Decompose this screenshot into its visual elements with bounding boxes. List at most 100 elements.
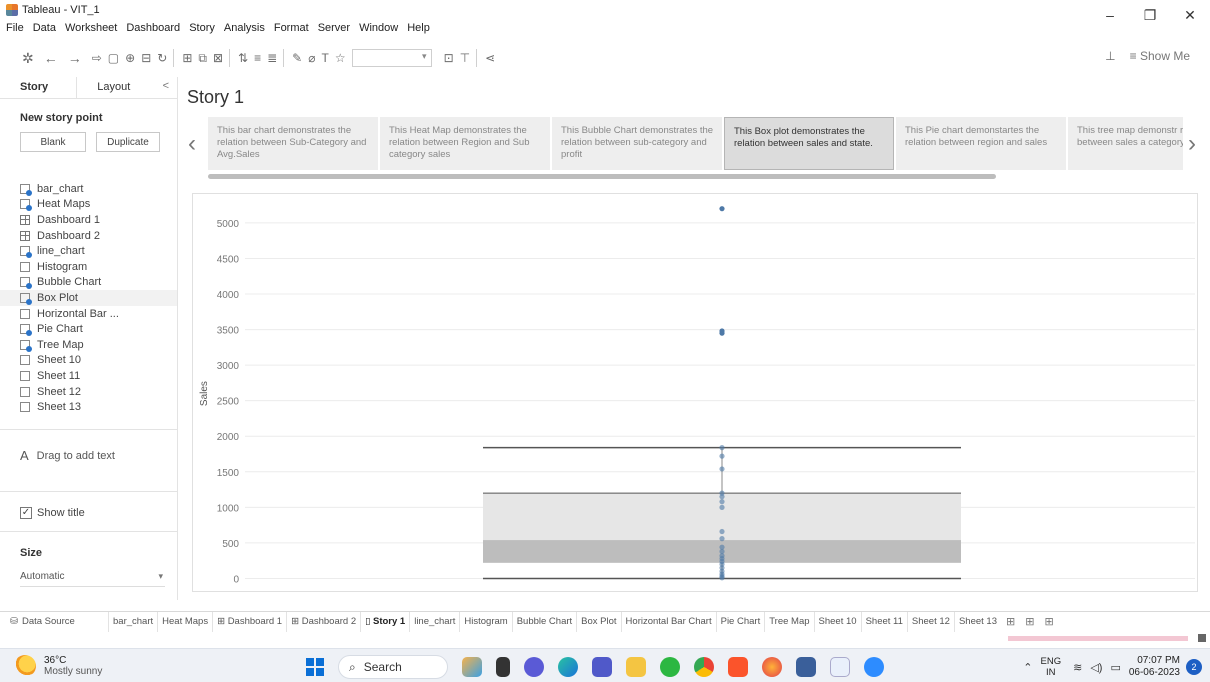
sheet-tab[interactable]: Sheet 13 — [953, 611, 1001, 632]
new-datasource-icon[interactable]: ⊕ — [125, 51, 135, 65]
wifi-icon[interactable]: ≋ — [1073, 661, 1082, 674]
sort-desc-icon[interactable]: ≣ — [267, 51, 277, 65]
swap-icon[interactable]: ⇅ — [238, 51, 248, 65]
clear-sheet-icon[interactable]: ⊠ — [213, 51, 223, 65]
pin-icon[interactable]: ⊥ — [1105, 49, 1115, 63]
sheet-tab[interactable]: Bubble Chart — [511, 611, 576, 632]
extract-icon[interactable]: ⊟ — [141, 51, 151, 65]
sheet-tab[interactable]: bar_chart — [108, 611, 157, 632]
story-title[interactable]: Story 1 — [187, 87, 244, 108]
menu-story[interactable]: Story — [189, 22, 215, 34]
sheet-list-item[interactable]: Sheet 11 — [0, 368, 177, 384]
menu-file[interactable]: File — [6, 22, 24, 34]
taskbar-search[interactable]: ⌕ Search — [338, 655, 448, 679]
story-point-caption[interactable]: This tree map demonstr relation between … — [1068, 117, 1183, 170]
chrome-icon[interactable] — [694, 657, 714, 677]
sheet-list-item[interactable]: Sheet 12 — [0, 384, 177, 400]
tab-story[interactable]: Story — [0, 77, 78, 98]
sort-asc-icon[interactable]: ≡ — [254, 51, 261, 65]
labels-icon[interactable]: T — [321, 51, 328, 65]
story-navigator-scrollbar[interactable] — [208, 174, 996, 179]
undo-icon[interactable]: ← — [44, 50, 58, 66]
tabs-scrollbar[interactable] — [1008, 634, 1208, 642]
refresh-icon[interactable]: ↻ — [157, 51, 167, 65]
file-explorer-icon[interactable] — [626, 657, 646, 677]
menu-help[interactable]: Help — [407, 22, 430, 34]
tableau-logo-icon[interactable]: ✲ — [22, 50, 34, 67]
size-select[interactable]: Automatic — [20, 571, 165, 587]
brave-icon[interactable] — [728, 657, 748, 677]
sheet-tab[interactable]: Histogram — [459, 611, 511, 632]
sheet-tab[interactable]: Heat Maps — [157, 611, 212, 632]
sheet-list-item[interactable]: Bubble Chart — [0, 275, 177, 291]
tableau-taskbar-icon[interactable] — [830, 657, 850, 677]
collapse-pane-button[interactable]: < — [155, 77, 177, 98]
sheet-tab[interactable]: ⊞ Dashboard 2 — [286, 611, 360, 632]
chevron-up-icon[interactable]: ⌃ — [1023, 661, 1032, 674]
group-icon[interactable]: ⌀ — [308, 51, 315, 65]
share-icon[interactable]: ⋖ — [485, 51, 495, 65]
story-point-caption[interactable]: This Pie chart demonstartes the relation… — [896, 117, 1066, 170]
fit-dropdown[interactable] — [351, 49, 432, 67]
new-worksheet-icon[interactable]: ⊞ — [182, 51, 192, 65]
language-indicator[interactable]: ENG IN — [1041, 656, 1062, 678]
sheet-list-item[interactable]: Heat Maps — [0, 197, 177, 213]
sheet-list-item[interactable]: line_chart — [0, 243, 177, 259]
sheet-list-item[interactable]: Sheet 13 — [0, 399, 177, 415]
sheet-list-item[interactable]: Histogram — [0, 259, 177, 275]
sheet-tab[interactable]: Sheet 10 — [813, 611, 861, 632]
whatsapp-icon[interactable] — [660, 657, 680, 677]
file-app-icon[interactable] — [496, 657, 510, 677]
notification-badge[interactable]: 2 — [1186, 659, 1202, 675]
story-point-caption[interactable]: This Box plot demonstrates the relation … — [724, 117, 894, 170]
new-story-icon[interactable]: ⊞ — [1039, 615, 1058, 628]
widgets-app-icon[interactable] — [462, 657, 482, 677]
sheet-tab[interactable]: Tree Map — [764, 611, 813, 632]
sheet-tab[interactable]: line_chart — [409, 611, 459, 632]
show-me-button[interactable]: ≡ Show Me — [1130, 49, 1190, 63]
menu-format[interactable]: Format — [274, 22, 309, 34]
chat-app-icon[interactable] — [524, 657, 544, 677]
weather-widget[interactable]: 36°C Mostly sunny — [14, 655, 102, 677]
presentation-icon[interactable]: ⊤ — [460, 51, 470, 65]
sheet-list-item[interactable]: Horizontal Bar ... — [0, 306, 177, 322]
next-story-point-arrow[interactable]: › — [1188, 130, 1196, 158]
zoom-icon[interactable] — [864, 657, 884, 677]
blank-button[interactable]: Blank — [20, 132, 86, 152]
menu-data[interactable]: Data — [33, 22, 56, 34]
sheet-tab[interactable]: Pie Chart — [715, 611, 765, 632]
duplicate-sheet-icon[interactable]: ⧉ — [198, 51, 207, 66]
duplicate-button[interactable]: Duplicate — [96, 132, 160, 152]
highlight-icon[interactable]: ✎ — [292, 51, 302, 65]
tab-layout[interactable]: Layout — [77, 77, 154, 98]
menu-window[interactable]: Window — [359, 22, 398, 34]
story-point-caption[interactable]: This bar chart demonstrates the relation… — [208, 117, 378, 170]
story-point-caption[interactable]: This Heat Map demonstrates the relation … — [380, 117, 550, 170]
sheet-tab[interactable]: Horizontal Bar Chart — [620, 611, 716, 632]
menu-server[interactable]: Server — [318, 22, 350, 34]
sheet-list-item[interactable]: Pie Chart — [0, 321, 177, 337]
save-icon[interactable]: ▢ — [108, 51, 119, 65]
sheet-list-item[interactable]: bar_chart — [0, 181, 177, 197]
menu-analysis[interactable]: Analysis — [224, 22, 265, 34]
menu-dashboard[interactable]: Dashboard — [126, 22, 180, 34]
show-title-checkbox[interactable]: ✓ Show title — [20, 507, 85, 519]
volume-icon[interactable]: ◁) — [1090, 661, 1102, 674]
sheet-tab[interactable]: Sheet 12 — [906, 611, 954, 632]
sheet-tab[interactable]: ▯ Story 1 — [360, 611, 410, 632]
story-point-caption[interactable]: This Bubble Chart demonstrates the relat… — [552, 117, 722, 170]
sheet-list-item[interactable]: Sheet 10 — [0, 353, 177, 369]
new-dashboard-icon[interactable]: ⊞ — [1020, 615, 1039, 628]
scrollbar-thumb[interactable] — [1198, 634, 1206, 642]
redo-icon[interactable]: → — [68, 50, 82, 66]
edge-browser-icon[interactable] — [558, 657, 578, 677]
sheet-tab[interactable]: Box Plot — [576, 611, 620, 632]
sheet-tab[interactable]: Sheet 11 — [860, 611, 907, 632]
sheet-list-item[interactable]: Tree Map — [0, 337, 177, 353]
menu-worksheet[interactable]: Worksheet — [65, 22, 117, 34]
sheet-list-item[interactable]: Dashboard 1 — [0, 212, 177, 228]
teams-icon[interactable] — [592, 657, 612, 677]
data-source-icon[interactable]: ⇨ — [92, 51, 102, 65]
drag-to-add-text[interactable]: A Drag to add text — [20, 448, 115, 463]
sheet-tab[interactable]: ⊞ Dashboard 1 — [212, 611, 286, 632]
